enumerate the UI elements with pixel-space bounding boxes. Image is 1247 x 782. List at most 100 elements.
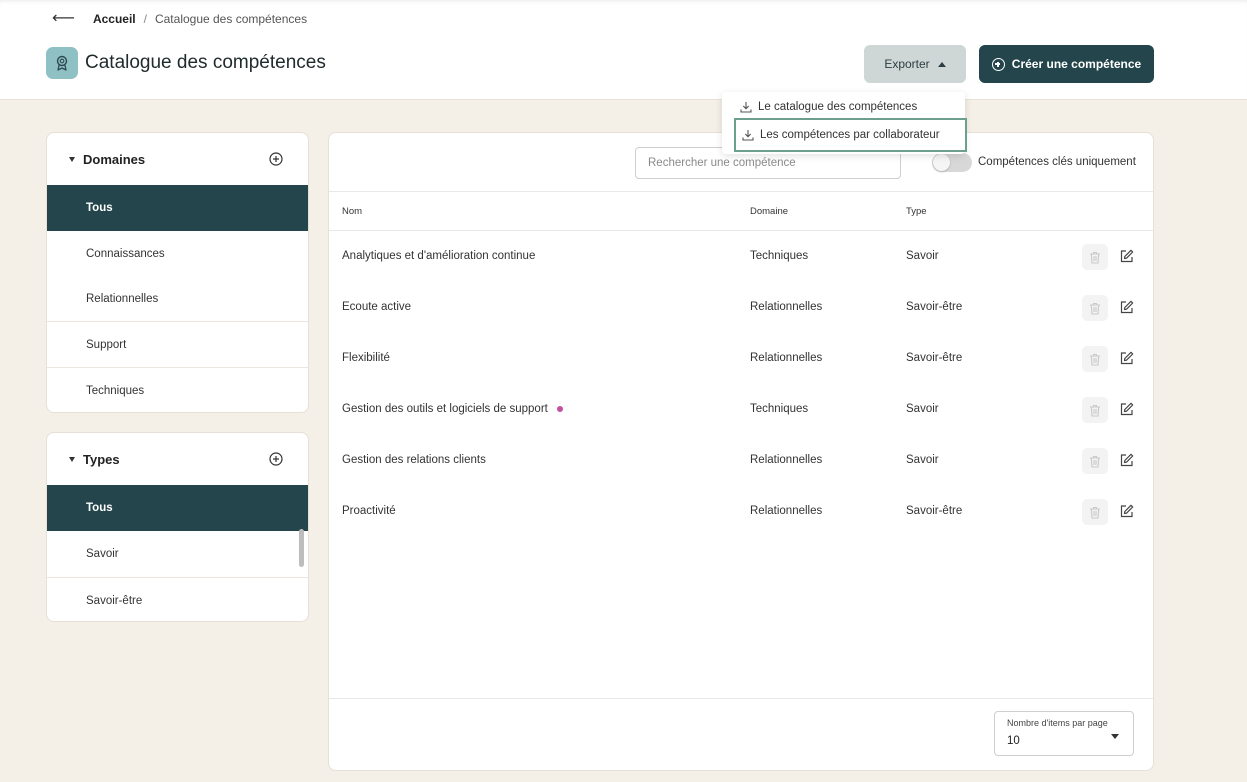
items-per-page-select[interactable]: Nombre d'items par page 10: [994, 711, 1134, 756]
delete-button[interactable]: [1082, 346, 1108, 372]
delete-button[interactable]: [1082, 448, 1108, 474]
add-type-icon[interactable]: [269, 452, 283, 466]
domain-item-label: Connaissances: [86, 248, 165, 260]
page-header: ⟵ Accueil / Catalogue des compétences Ca…: [0, 0, 1247, 100]
competences-table-card: Compétences clés uniquement Nom Domaine …: [328, 132, 1154, 771]
toggle-knob: [933, 154, 950, 171]
trash-icon: [1090, 251, 1100, 264]
table-row[interactable]: Gestion des outils et logiciels de suppo…: [329, 385, 1153, 436]
delete-button[interactable]: [1082, 499, 1108, 525]
cell-name: Flexibilité: [342, 352, 390, 364]
delete-button[interactable]: [1082, 295, 1108, 321]
edit-button[interactable]: [1120, 402, 1134, 416]
cell-name: Gestion des outils et logiciels de suppo…: [342, 403, 563, 415]
trash-icon: [1090, 302, 1100, 315]
edit-button[interactable]: [1120, 504, 1134, 518]
chevron-down-icon: [1111, 734, 1119, 739]
cell-type: Savoir: [906, 454, 939, 466]
cell-domain: Relationnelles: [750, 454, 823, 466]
domain-item-relationnelles[interactable]: Relationnelles: [47, 276, 308, 322]
table-row[interactable]: Gestion des relations clients Relationnel…: [329, 436, 1153, 487]
edit-button[interactable]: [1120, 351, 1134, 365]
badge-icon: [46, 47, 78, 79]
column-header-type[interactable]: Type: [906, 206, 927, 217]
edit-button[interactable]: [1120, 300, 1134, 314]
breadcrumb-home-link[interactable]: Accueil: [93, 12, 136, 26]
column-header-domaine[interactable]: Domaine: [750, 206, 788, 217]
table-row[interactable]: Analytiques et d'amélioration continue Te…: [329, 232, 1153, 283]
export-per-collaborator-item[interactable]: Les compétences par collaborateur: [734, 118, 967, 152]
export-dropdown-menu: Le catalogue des compétences Les compéte…: [722, 92, 967, 154]
cell-type: Savoir-être: [906, 301, 963, 313]
table-row[interactable]: Flexibilité Relationnelles Savoir-être: [329, 334, 1153, 385]
scrollbar[interactable]: [299, 529, 304, 567]
edit-icon: [1120, 504, 1134, 518]
breadcrumb-current: Catalogue des compétences: [154, 12, 308, 26]
cell-domain: Relationnelles: [750, 352, 823, 364]
types-filter-card: Types Tous Savoir Savoir-être: [46, 432, 309, 622]
export-button-label: Exporter: [884, 57, 930, 71]
export-button[interactable]: Exporter: [864, 45, 966, 83]
plus-circle-icon: [991, 57, 1005, 71]
key-competences-toggle[interactable]: [932, 153, 972, 172]
competence-name: Gestion des relations clients: [342, 454, 486, 466]
cell-domain: Relationnelles: [750, 301, 823, 313]
cell-name: Proactivité: [342, 505, 396, 517]
type-item-label: Tous: [86, 502, 113, 514]
types-title: Types: [83, 451, 120, 467]
type-item-savoir-etre[interactable]: Savoir-être: [47, 577, 308, 621]
download-icon: [742, 130, 754, 141]
table-row[interactable]: Ecoute active Relationnelles Savoir-être: [329, 283, 1153, 334]
items-per-page-label: Nombre d'items par page: [1007, 718, 1108, 728]
domain-item-connaissances[interactable]: Connaissances: [47, 231, 308, 277]
type-item-tous[interactable]: Tous: [47, 485, 308, 531]
domains-title: Domaines: [83, 151, 146, 167]
domain-item-label: Support: [86, 338, 127, 351]
export-per-collaborator-label: Les compétences par collaborateur: [760, 129, 940, 141]
table-header: Nom Domaine Type: [329, 191, 1153, 231]
back-arrow-icon[interactable]: ⟵: [52, 11, 75, 27]
edit-button[interactable]: [1120, 453, 1134, 467]
cell-name: Ecoute active: [342, 301, 411, 313]
create-competence-button[interactable]: Créer une compétence: [979, 45, 1154, 83]
domain-item-label: Techniques: [86, 384, 145, 397]
cell-type: Savoir-être: [906, 505, 963, 517]
create-button-label: Créer une compétence: [1011, 57, 1142, 71]
edit-icon: [1120, 453, 1134, 467]
table-footer-divider: [329, 698, 1153, 699]
cell-type: Savoir: [906, 250, 939, 262]
column-header-nom[interactable]: Nom: [342, 206, 362, 217]
domain-item-label: Relationnelles: [86, 293, 159, 305]
domain-item-label: Tous: [86, 202, 113, 214]
cell-name: Gestion des relations clients: [342, 454, 486, 466]
domain-item-tous[interactable]: Tous: [47, 185, 308, 231]
domain-item-support[interactable]: Support: [47, 321, 308, 367]
competence-name: Ecoute active: [342, 301, 412, 313]
competence-name: Analytiques et d'amélioration continue: [342, 250, 536, 262]
domain-item-techniques[interactable]: Techniques: [47, 367, 308, 412]
caret-up-icon: [937, 61, 946, 67]
edit-icon: [1120, 300, 1134, 314]
cell-domain: Relationnelles: [750, 505, 823, 517]
competence-name: Gestion des outils et logiciels de suppo…: [342, 403, 548, 415]
table-row[interactable]: Proactivité Relationnelles Savoir-être: [329, 487, 1153, 538]
cell-type: Savoir: [906, 403, 939, 415]
type-item-savoir[interactable]: Savoir: [47, 531, 308, 577]
cell-domain: Techniques: [750, 250, 809, 262]
delete-button[interactable]: [1082, 244, 1108, 270]
breadcrumb-separator: /: [143, 12, 147, 26]
add-domain-icon[interactable]: [269, 152, 283, 166]
cell-domain: Techniques: [750, 403, 809, 415]
breadcrumb: ⟵ Accueil / Catalogue des compétences: [52, 11, 308, 27]
items-per-page-value: 10: [1007, 735, 1020, 747]
caret-down-icon: [69, 156, 75, 162]
edit-icon: [1120, 402, 1134, 416]
edit-icon: [1120, 351, 1134, 365]
edit-icon: [1120, 249, 1134, 263]
trash-icon: [1090, 404, 1100, 417]
delete-button[interactable]: [1082, 397, 1108, 423]
type-item-label: Savoir-être: [86, 594, 143, 607]
edit-button[interactable]: [1120, 249, 1134, 263]
status-dot-icon: [556, 405, 563, 412]
competence-name: Proactivité: [342, 505, 396, 517]
